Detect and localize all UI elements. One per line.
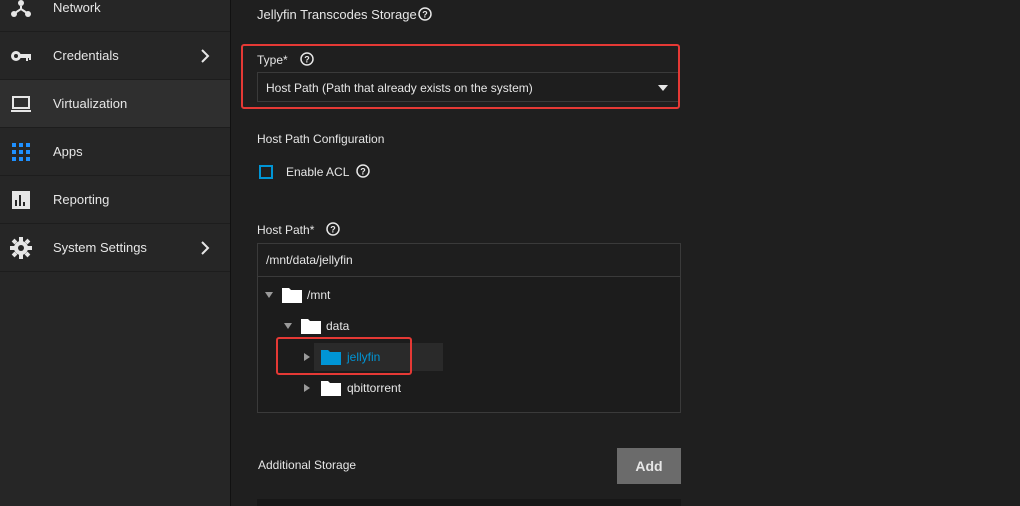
folder-icon xyxy=(282,288,302,303)
tree-item-jellyfin[interactable]: jellyfin xyxy=(258,345,458,369)
expand-arrow-icon[interactable] xyxy=(283,321,293,331)
help-icon[interactable]: ? xyxy=(356,164,370,178)
host-path-label-text: Host Path xyxy=(257,223,310,237)
type-label: Type* xyxy=(257,53,288,67)
chevron-right-icon xyxy=(201,49,210,63)
additional-storage-label: Additional Storage xyxy=(258,458,357,472)
svg-text:?: ? xyxy=(360,167,366,177)
main-content: Jellyfin Transcodes Storage ? Type* ? Ho… xyxy=(231,0,1020,506)
sidebar-item-label: Apps xyxy=(53,144,83,159)
tree-item-label: qbittorrent xyxy=(347,381,402,395)
sidebar-item-apps[interactable]: Apps xyxy=(0,128,230,176)
required-mark: * xyxy=(309,223,315,237)
sidebar-item-label: System Settings xyxy=(53,240,147,255)
folder-icon xyxy=(321,381,341,396)
folder-icon xyxy=(321,350,341,365)
gear-icon xyxy=(10,237,32,259)
host-path-label: Host Path* xyxy=(257,223,314,237)
sidebar-item-label: Network xyxy=(53,0,101,15)
sidebar-item-network[interactable]: Network xyxy=(0,0,230,32)
tree-item-qbittorrent[interactable]: qbittorrent xyxy=(258,376,478,400)
storage-list-area xyxy=(257,499,681,506)
tree-item-data[interactable]: data xyxy=(258,314,458,338)
folder-icon xyxy=(301,319,321,334)
host-path-config-title: Host Path Configuration xyxy=(257,132,385,146)
host-path-input[interactable]: /mnt/data/jellyfin xyxy=(257,243,681,277)
expand-arrow-icon[interactable] xyxy=(264,290,274,300)
help-icon[interactable]: ? xyxy=(300,52,314,66)
chart-icon xyxy=(12,191,30,209)
apps-grid-icon xyxy=(12,143,30,161)
host-path-value: /mnt/data/jellyfin xyxy=(266,253,353,267)
network-icon xyxy=(11,0,31,17)
sidebar-item-virtualization[interactable]: Virtualization xyxy=(0,80,230,128)
enable-acl-checkbox[interactable] xyxy=(259,165,273,179)
chevron-right-icon xyxy=(201,241,210,255)
file-tree: /mnt data jellyfin qbittorrent xyxy=(257,277,681,413)
type-select[interactable]: Host Path (Path that already exists on t… xyxy=(257,72,679,102)
sidebar-item-credentials[interactable]: Credentials xyxy=(0,32,230,80)
laptop-icon xyxy=(11,96,31,112)
key-icon xyxy=(11,51,31,61)
enable-acl-label: Enable ACL xyxy=(286,165,350,179)
collapsed-arrow-icon[interactable] xyxy=(302,352,312,362)
help-icon[interactable]: ? xyxy=(418,7,432,21)
svg-text:?: ? xyxy=(330,225,336,235)
type-select-value: Host Path (Path that already exists on t… xyxy=(266,81,533,95)
help-icon[interactable]: ? xyxy=(326,222,340,236)
sidebar-item-label: Credentials xyxy=(53,48,119,63)
svg-text:?: ? xyxy=(304,55,310,65)
sidebar-item-label: Virtualization xyxy=(53,96,128,111)
tree-item-mnt[interactable]: /mnt xyxy=(258,283,458,307)
tree-item-label: jellyfin xyxy=(347,350,381,364)
svg-text:?: ? xyxy=(422,10,428,20)
sidebar-item-reporting[interactable]: Reporting xyxy=(0,176,230,224)
sidebar-item-system-settings[interactable]: System Settings xyxy=(0,224,230,272)
collapsed-arrow-icon[interactable] xyxy=(302,383,312,393)
sidebar-item-label: Reporting xyxy=(53,192,110,207)
type-label-text: Type xyxy=(257,53,284,67)
required-mark: * xyxy=(283,53,288,67)
section-title: Jellyfin Transcodes Storage xyxy=(257,7,417,22)
tree-item-label: data xyxy=(326,319,350,333)
dropdown-arrow-icon xyxy=(658,85,668,91)
sidebar: Network Credentials Virtualization Apps xyxy=(0,0,231,506)
add-button[interactable]: Add xyxy=(617,448,681,484)
tree-item-label: /mnt xyxy=(307,288,331,302)
